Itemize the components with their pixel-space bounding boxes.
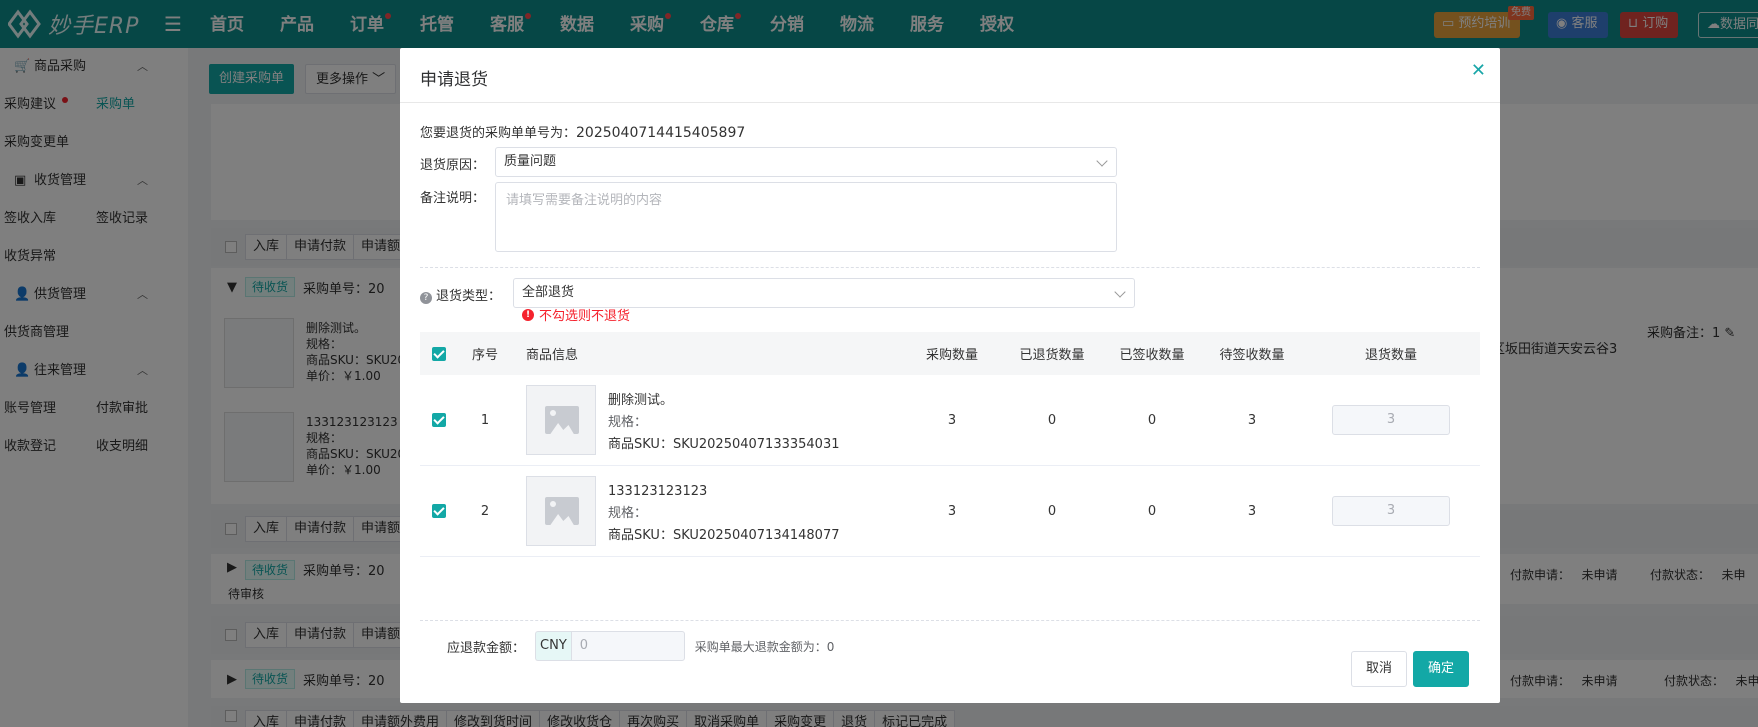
- return-qty-input[interactable]: 3: [1332, 405, 1450, 435]
- signed-qty: 0: [1147, 503, 1157, 519]
- chevron-down-icon: [1114, 286, 1126, 298]
- confirm-button[interactable]: 确定: [1413, 651, 1470, 687]
- po-number-value: 2025040714415405897: [576, 125, 746, 141]
- product-spec: 规格：: [608, 415, 648, 430]
- dialog-header: 申请退货 ✕: [400, 48, 1500, 103]
- refund-amount-input[interactable]: 0: [570, 631, 685, 661]
- product-sku: 商品SKU：SKU20250407134148077: [608, 528, 840, 543]
- row-seq: 2: [480, 503, 490, 519]
- cancel-button[interactable]: 取消: [1351, 651, 1408, 687]
- col-signed-qty: 已签收数量: [1119, 348, 1185, 363]
- refund-label: 应退款金额：: [447, 640, 526, 656]
- image-placeholder-icon: [545, 497, 579, 525]
- error-message: ! 不勾选则不退货: [522, 305, 630, 324]
- chevron-down-icon: [1096, 155, 1108, 167]
- divider: [420, 267, 1480, 268]
- return-reason-select[interactable]: 质量问题: [495, 147, 1117, 177]
- remark-label: 备注说明：: [420, 191, 486, 206]
- product-spec: 规格：: [608, 506, 648, 521]
- row-product-info: 133123123123 规格： 商品SKU：SKU20250407134148…: [512, 466, 902, 556]
- product-image: [526, 476, 596, 546]
- row-product-info: 删除测试。 规格： 商品SKU：SKU20250407133354031: [512, 375, 902, 465]
- purchase-qty: 3: [947, 412, 957, 428]
- pending-qty: 3: [1247, 503, 1257, 519]
- col-product-info: 商品信息: [526, 348, 579, 363]
- reason-label: 退货原因：: [420, 158, 486, 173]
- refund-amount-row: 应退款金额： CNY 0 采购单最大退款金额为：0: [447, 631, 834, 661]
- returned-qty: 0: [1047, 412, 1057, 428]
- product-image: [526, 385, 596, 455]
- return-qty-input[interactable]: 3: [1332, 496, 1450, 526]
- dialog-title: 申请退货: [420, 70, 488, 90]
- po-number-line: 您要退货的采购单单号为：2025040714415405897: [420, 125, 746, 141]
- return-request-dialog: 申请退货 ✕ 您要退货的采购单单号为：2025040714415405897 退…: [400, 48, 1500, 703]
- row-checkbox[interactable]: [432, 504, 446, 518]
- col-pending-qty: 待签收数量: [1219, 348, 1285, 363]
- signed-qty: 0: [1147, 412, 1157, 428]
- image-placeholder-icon: [545, 406, 579, 434]
- return-type-select[interactable]: 全部退货: [513, 278, 1135, 308]
- help-icon[interactable]: ?: [420, 292, 432, 304]
- return-items-table: 序号 商品信息 采购数量 已退货数量 已签收数量 待签收数量 退货数量 1 删除…: [420, 332, 1480, 557]
- row-checkbox[interactable]: [432, 413, 446, 427]
- currency-prefix: CNY: [535, 631, 571, 661]
- col-seq: 序号: [471, 348, 498, 363]
- row-seq: 1: [480, 412, 490, 428]
- table-header: 序号 商品信息 采购数量 已退货数量 已签收数量 待签收数量 退货数量: [420, 332, 1480, 375]
- product-name: 删除测试。: [608, 393, 674, 408]
- returned-qty: 0: [1047, 503, 1057, 519]
- remark-textarea[interactable]: 请填写需要备注说明的内容: [495, 182, 1117, 252]
- return-type-label: ? 退货类型：: [420, 285, 501, 304]
- divider: [420, 620, 1480, 621]
- product-sku: 商品SKU：SKU20250407133354031: [608, 437, 840, 452]
- table-row: 1 删除测试。 规格： 商品SKU：SKU20250407133354031 3…: [420, 375, 1480, 466]
- col-purchase-qty: 采购数量: [925, 348, 978, 363]
- table-row: 2 133123123123 规格： 商品SKU：SKU202504071341…: [420, 466, 1480, 557]
- close-icon[interactable]: ✕: [1471, 60, 1486, 81]
- purchase-qty: 3: [947, 503, 957, 519]
- error-icon: !: [522, 308, 534, 321]
- col-return-qty: 退货数量: [1364, 348, 1417, 363]
- col-returned-qty: 已退货数量: [1019, 348, 1085, 363]
- max-refund-hint: 采购单最大退款金额为：0: [694, 639, 835, 654]
- product-name: 133123123123: [608, 484, 708, 499]
- select-all-checkbox[interactable]: [432, 346, 446, 361]
- pending-qty: 3: [1247, 412, 1257, 428]
